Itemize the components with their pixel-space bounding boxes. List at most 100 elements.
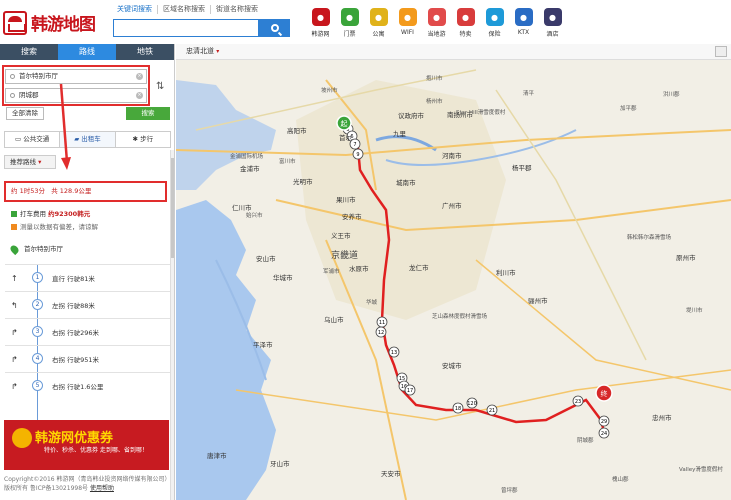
route-node-label: 12: [378, 330, 384, 336]
route-node[interactable]: 9: [352, 148, 364, 160]
category-wifi[interactable]: ● WIFI: [393, 8, 422, 38]
search-mode-tabs: 关键词搜索 区域名称搜索 街道名称搜索: [112, 5, 263, 14]
step-number: 2: [32, 299, 43, 310]
category-label: 当地游: [427, 31, 446, 38]
route-preference-select[interactable]: 推荐路线 ▾: [4, 155, 56, 169]
search-button[interactable]: [259, 19, 290, 37]
category-apartment[interactable]: ● 公寓: [364, 8, 393, 38]
map-place-label: 华城: [366, 298, 378, 306]
footer: Copyright©2016 韩游网（青岛韩业投资网络传媒有限公司）版权所有 鲁…: [4, 475, 172, 493]
ad-subtitle: 特价、秒杀、优惠券 走到哪、省到哪！: [44, 447, 148, 454]
route-step[interactable]: ↑ 1 直行 行驶81米: [5, 264, 170, 291]
sidebar-scrollbar[interactable]: [170, 150, 174, 500]
category-label: 特卖: [459, 31, 472, 38]
route-node[interactable]: 21: [486, 404, 498, 416]
category-ticket[interactable]: ● 门票: [335, 8, 364, 38]
taxi-note-text: 测量以数据有偏差，请谅解: [20, 223, 98, 231]
mode-public-transit[interactable]: ▭ 公共交通: [5, 132, 61, 147]
transport-modes: ▭ 公共交通 ▰ 出租车 ✱ 步行: [4, 131, 171, 148]
ticket-icon: ●: [340, 8, 359, 26]
map-place-label: 富川市: [279, 157, 296, 165]
korea-trip-icon: ●: [311, 8, 330, 26]
map-place-label: 京畿道: [331, 249, 358, 261]
category-local-tour[interactable]: ● 当地游: [422, 8, 451, 38]
taxi-fee-label: 打车费用: [20, 210, 46, 218]
logo[interactable]: 韩游地图: [3, 10, 96, 35]
map-place-label: 金浦国际机场: [230, 152, 264, 160]
step-number: 4: [32, 353, 43, 364]
route-node[interactable]: 11: [376, 316, 388, 328]
map-place-label: 军浦市: [323, 267, 340, 275]
chevron-down-icon: ▾: [216, 48, 220, 55]
category-ktx-train[interactable]: ● KTX: [509, 8, 538, 38]
tab-keyword-search[interactable]: 关键词搜索: [112, 5, 158, 14]
print-icon[interactable]: [715, 46, 727, 57]
taxi-fee-icon: [11, 211, 17, 217]
route-step[interactable]: ↱ 5 右拐 行驶1.6公里: [5, 372, 170, 399]
category-label: 保险: [488, 31, 501, 38]
route-node-label: 23: [575, 399, 581, 405]
tab-area-search[interactable]: 区域名称搜索: [158, 5, 211, 14]
route-node-label: 9: [356, 152, 359, 158]
map-place-label: 龙仁市: [409, 263, 429, 272]
clear-all-button[interactable]: 全部清除: [6, 107, 44, 120]
route-node[interactable]: 18: [452, 402, 464, 414]
step-number: 1: [32, 272, 43, 283]
map-place-label: 华城市: [273, 273, 293, 282]
ad-title: 韩游网优惠券: [35, 431, 114, 446]
help-link[interactable]: 使用帮助: [90, 485, 114, 492]
route-search-button[interactable]: 搜索: [126, 107, 170, 120]
route-node[interactable]: 23: [572, 395, 584, 407]
route-steps: ↑ 1 直行 行驶81米 ↰ 2 左拐 行驶88米 ↱ 3 右拐 行驶296米 ↱ 4 右拐 行驶95…: [5, 264, 170, 399]
start-marker-label: 起: [341, 120, 348, 128]
tab-subway[interactable]: 地铁: [116, 44, 174, 60]
route-step[interactable]: ↱ 3 右拐 行驶296米: [5, 318, 170, 345]
sidebar: 搜索 路线 地铁 首尔特别市厅 × 阴城郡 × ⇅ 全部清除 搜索 ▭ 公共交通…: [0, 44, 175, 500]
route-step[interactable]: ↱ 4 右拐 行驶951米: [5, 345, 170, 372]
tab-route[interactable]: 路线: [58, 44, 116, 60]
coupon-ad-banner[interactable]: 韩游网优惠券 特价、秒杀、优惠券 走到哪、省到哪！: [4, 420, 169, 470]
end-marker[interactable]: 终: [595, 384, 613, 402]
route-node[interactable]: 17: [404, 384, 416, 396]
category-korea-trip[interactable]: ● 韩游网: [306, 8, 335, 38]
category-insurance[interactable]: ● 保险: [480, 8, 509, 38]
turn-arrow-icon: ↱: [11, 355, 18, 364]
coupon-icon: [12, 428, 32, 448]
route-node[interactable]: 29: [598, 415, 610, 427]
search-input[interactable]: [113, 19, 259, 37]
map-toolbar: 忠清北道 ▾: [176, 44, 731, 60]
category-hotel[interactable]: ● 酒店: [538, 8, 567, 38]
route-node[interactable]: 12: [375, 326, 387, 338]
route-node[interactable]: 13: [388, 346, 400, 358]
map-place-label: 忠州市: [652, 413, 672, 422]
route-node[interactable]: 120: [466, 397, 478, 409]
map-place-label: 安山市: [256, 254, 276, 263]
map-place-label: 九里: [393, 129, 407, 138]
category-label: WIFI: [401, 29, 414, 36]
turn-arrow-icon: ↰: [11, 301, 18, 310]
map-place-label: 果川市: [336, 195, 356, 204]
map-place-label: 河南市: [442, 151, 462, 160]
route-node[interactable]: 24: [598, 427, 610, 439]
category-sale[interactable]: ● 特卖: [451, 8, 480, 38]
map-place-label: 清平: [523, 89, 535, 97]
map-place-label: 芝山森林度假村滑雪场: [432, 312, 488, 320]
route-step[interactable]: ↰ 2 左拐 行驶88米: [5, 291, 170, 318]
swap-icon[interactable]: ⇅: [156, 81, 164, 92]
map-view[interactable]: 忠清北道 ▾ 5 6 7 9 11 12 13 15 16 17 18 120 21 23 29 24 起 终…: [176, 44, 731, 500]
insurance-icon: ●: [485, 8, 504, 26]
map-canvas[interactable]: 56791112131516171812021232924 起 终 高阳市议政府…: [176, 60, 731, 500]
start-marker[interactable]: 起: [336, 115, 352, 131]
mode-walk[interactable]: ✱ 步行: [115, 132, 170, 147]
map-place-label: 骊州市: [528, 296, 548, 305]
sidebar-tabs: 搜索 路线 地铁: [0, 44, 174, 60]
scrollbar-thumb[interactable]: [171, 158, 174, 258]
turn-arrow-icon: ↑: [11, 274, 18, 283]
area-selector[interactable]: 忠清北道: [186, 47, 214, 55]
map-place-label: 利川市: [496, 268, 516, 277]
tab-street-search[interactable]: 街道名称搜索: [211, 5, 263, 14]
apartment-icon: ●: [369, 8, 388, 26]
map-place-label: 城南市: [396, 178, 416, 187]
tab-search[interactable]: 搜索: [0, 44, 58, 60]
step-text: 右拐 行驶951米: [52, 356, 99, 364]
